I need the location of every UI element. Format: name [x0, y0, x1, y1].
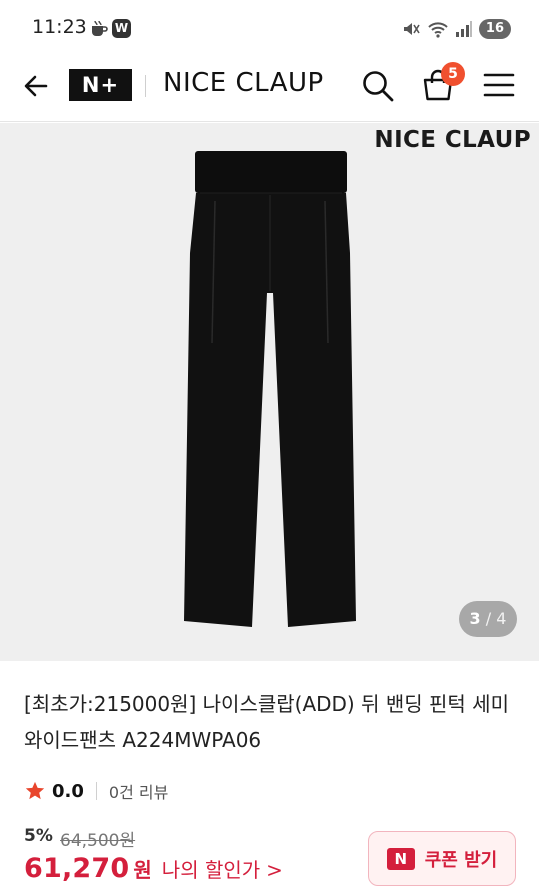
sale-price: 61,270 — [24, 853, 130, 884]
n-plus-logo[interactable]: N+ — [69, 69, 132, 101]
status-bar: 11:23 W 16 — [0, 0, 539, 58]
search-icon[interactable] — [361, 69, 395, 103]
header-divider — [145, 75, 146, 97]
image-separator: / — [485, 609, 492, 628]
mute-icon — [403, 23, 420, 35]
price-row[interactable]: 61,270 원 나의 할인가 > — [24, 853, 283, 889]
price-unit: 원 — [133, 858, 152, 882]
rating-divider — [95, 782, 97, 800]
discount-rate: 5% — [24, 826, 53, 846]
product-title: [최초가:215000원] 나이스클랍(ADD) 뒤 밴딩 핀턱 세미 와이드팬… — [24, 692, 509, 752]
hamburger-menu-icon[interactable] — [483, 70, 515, 100]
review-count-link[interactable]: 0건 리뷰 — [109, 779, 168, 803]
naver-n-icon: N — [386, 847, 415, 870]
coffee-icon — [92, 20, 108, 36]
star-icon — [25, 781, 45, 800]
coupon-button-label: 쿠폰 받기 — [424, 849, 498, 871]
w-app-icon: W — [112, 19, 131, 38]
back-arrow-icon[interactable] — [20, 70, 52, 102]
my-discount-price-link[interactable]: 나의 할인가 — [162, 854, 260, 883]
image-brand-watermark: NICE CLAUP — [374, 127, 531, 153]
brand-name[interactable]: NICE CLAUP — [163, 68, 324, 98]
app-header: N+ NICE CLAUP 5 — [0, 58, 539, 122]
rating-row[interactable]: 0.0 0건 리뷰 — [24, 778, 168, 804]
product-image-gallery[interactable]: NICE CLAUP 3 / 4 — [0, 123, 539, 661]
black-wide-pants-image — [184, 151, 356, 627]
chevron-right-icon: > — [266, 858, 283, 882]
original-price: 64,500원 — [60, 831, 136, 851]
signal-icon — [455, 21, 472, 37]
status-icons: 16 — [401, 17, 511, 41]
image-total-count: 4 — [496, 609, 507, 628]
status-time: 11:23 — [32, 16, 87, 38]
battery-icon: 16 — [478, 19, 511, 39]
image-current-index: 3 — [469, 609, 481, 628]
cart-count-badge: 5 — [441, 62, 465, 86]
rating-score: 0.0 — [52, 780, 84, 802]
get-coupon-button[interactable]: N 쿠폰 받기 — [368, 831, 516, 886]
image-page-indicator: 3 / 4 — [459, 601, 517, 637]
wifi-icon — [428, 22, 448, 38]
